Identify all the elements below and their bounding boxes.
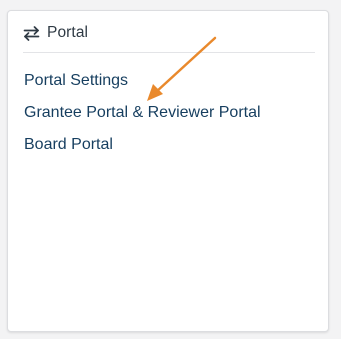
panel-title: Portal xyxy=(47,24,89,41)
portal-links-list: Portal Settings Grantee Portal & Reviewe… xyxy=(24,70,261,156)
grantee-reviewer-portal-link[interactable]: Grantee Portal & Reviewer Portal xyxy=(24,102,261,124)
card-header: Portal xyxy=(23,22,88,44)
portal-card: Portal Portal Settings Grantee Portal & … xyxy=(7,10,329,332)
portal-settings-link[interactable]: Portal Settings xyxy=(24,70,261,92)
header-divider xyxy=(23,52,315,53)
board-portal-link[interactable]: Board Portal xyxy=(24,134,261,156)
swap-arrows-icon xyxy=(23,25,40,41)
